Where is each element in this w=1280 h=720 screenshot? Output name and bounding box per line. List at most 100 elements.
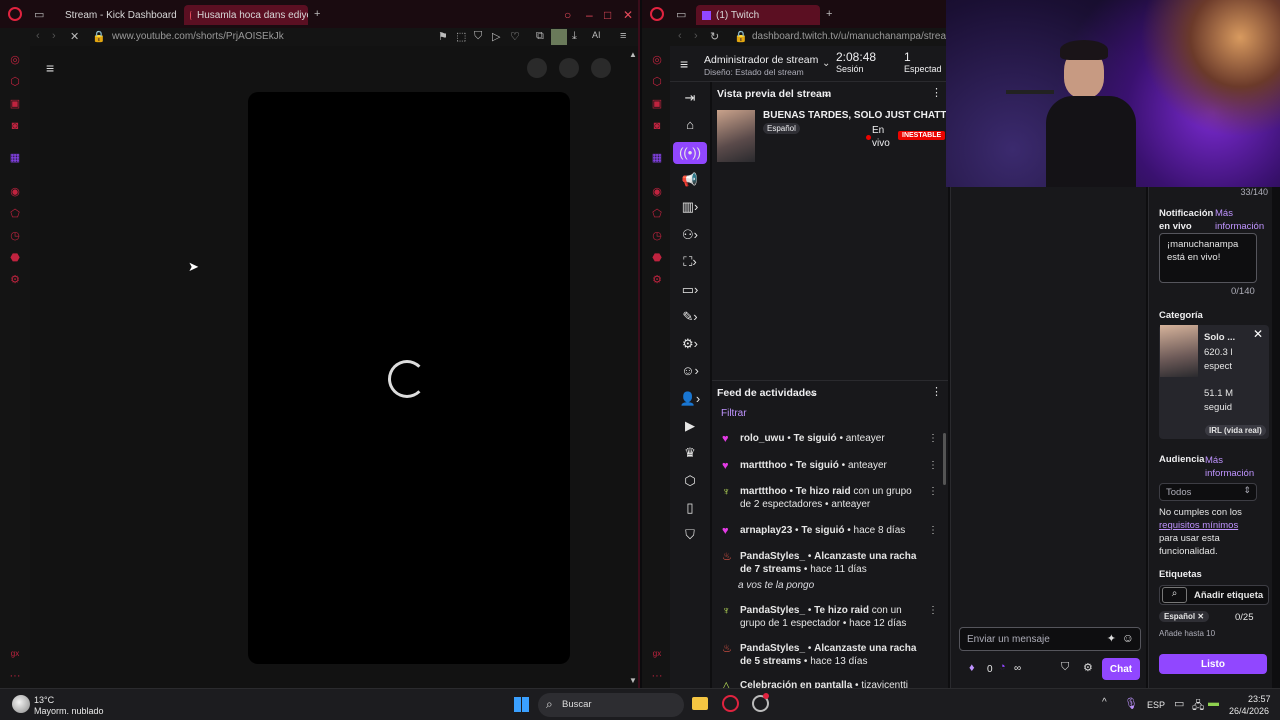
more-icon[interactable]: ··· xyxy=(651,670,663,682)
reward-icon[interactable]: ◔ xyxy=(999,661,1006,673)
feed-item-more-icon[interactable]: ⋮ xyxy=(928,604,938,617)
feed-item-more-icon[interactable]: ⋮ xyxy=(928,485,938,498)
twitch-icon[interactable]: ▦ xyxy=(651,152,663,164)
twitch-icon[interactable]: ▦ xyxy=(9,152,21,164)
clock-date[interactable]: 26/4/2026 xyxy=(1229,706,1269,716)
requirements-link[interactable]: requisitos mínimos xyxy=(1159,520,1238,531)
tag-remove-icon[interactable]: ✕ xyxy=(1197,612,1204,621)
mod-shield-icon[interactable]: ⛉ xyxy=(1061,661,1069,674)
instagram-icon[interactable]: ◙ xyxy=(9,120,21,132)
tag-chip[interactable]: Español ✕ xyxy=(1159,611,1210,622)
battery-icon[interactable]: ▬ xyxy=(1208,697,1219,709)
scroll-down-icon[interactable]: ▼ xyxy=(629,676,637,685)
feed-item-more-icon[interactable]: ⋮ xyxy=(928,459,938,472)
vpn-shield-icon[interactable]: ⛉ xyxy=(474,30,482,43)
audience-select[interactable]: Todos ⇕ xyxy=(1159,483,1257,501)
notification-more-info-link[interactable]: Más información xyxy=(1215,207,1271,233)
minimize-icon[interactable]: – xyxy=(586,8,593,22)
monetization-icon[interactable]: ▭› xyxy=(679,279,701,301)
gx-icon[interactable]: gx xyxy=(9,648,21,660)
reload-icon[interactable]: ✕ xyxy=(70,30,79,43)
menu-icon[interactable]: ≡ xyxy=(620,30,626,42)
player-icon[interactable]: ◉ xyxy=(9,186,21,198)
extensions-sidebar-icon[interactable]: ⬣ xyxy=(9,252,21,264)
pinboard-icon[interactable]: ⬠ xyxy=(651,208,663,220)
header-button-1[interactable] xyxy=(527,58,547,78)
forward-icon[interactable]: › xyxy=(52,30,56,42)
taskbar-search[interactable]: ⌕ Buscar xyxy=(538,693,684,717)
maximize-icon[interactable]: □ xyxy=(604,8,611,22)
preview-more-icon[interactable]: ⋮ xyxy=(931,86,942,99)
layout-dropdown-icon[interactable]: ⌄ xyxy=(822,58,830,69)
forward-icon[interactable]: › xyxy=(694,30,698,42)
scroll-up-icon[interactable]: ▲ xyxy=(629,50,637,59)
windows-start-icon[interactable] xyxy=(514,697,529,712)
category-tag[interactable]: IRL (vida real) xyxy=(1205,425,1266,436)
streaming-tools-icon[interactable]: ✎› xyxy=(679,306,701,328)
feed-user[interactable]: marttthoo xyxy=(740,460,787,471)
extensions-icon[interactable]: ⧉ xyxy=(536,30,544,43)
settings-icon[interactable]: ⚙ xyxy=(651,274,663,286)
opera-gx-taskbar-icon[interactable] xyxy=(722,695,739,712)
download-icon[interactable]: ⤓ xyxy=(572,30,577,43)
ai-assistant-icon[interactable]: ◎ xyxy=(9,54,21,66)
weather-icon[interactable] xyxy=(12,695,30,713)
video-player[interactable] xyxy=(248,92,570,664)
gx-icon[interactable]: gx xyxy=(651,648,663,660)
creator-camp-icon[interactable]: ▯ xyxy=(679,497,701,519)
content-icon[interactable]: ⛶› xyxy=(679,251,701,273)
tab-youtube-short[interactable]: Husamla hoca dans ediyor xyxy=(184,5,308,25)
chat-input[interactable]: Enviar un mensaje ✦ ☺ xyxy=(959,627,1141,651)
category-card[interactable]: ✕ Solo ... 620.3 l espect 51.1 M seguid … xyxy=(1159,325,1269,439)
opera-logo-icon[interactable] xyxy=(8,7,22,21)
more-icon[interactable]: ··· xyxy=(9,670,21,682)
settings-icon[interactable]: ⚙› xyxy=(679,333,701,355)
tab-switch-icon[interactable]: ▭ xyxy=(34,8,44,21)
collapse-nav-icon[interactable]: ⇥ xyxy=(679,87,701,109)
promotions-icon[interactable]: 📢 xyxy=(679,169,701,191)
extensions-sidebar-icon[interactable]: ⬣ xyxy=(651,252,663,264)
hamburger-menu-icon[interactable]: ≡ xyxy=(46,60,54,76)
language-indicator[interactable]: ESP xyxy=(1147,700,1165,710)
whatsapp-icon[interactable]: ▣ xyxy=(651,98,663,110)
feed-item-more-icon[interactable]: ⋮ xyxy=(928,432,938,445)
whatsapp-icon[interactable]: ▣ xyxy=(9,98,21,110)
emote-picker-icon[interactable]: ☺ xyxy=(1122,631,1134,645)
instagram-icon[interactable]: ◙ xyxy=(651,120,663,132)
pinboard-icon[interactable]: ⬠ xyxy=(9,208,21,220)
search-tabs-icon[interactable]: ○ xyxy=(564,8,571,22)
tab-switch-icon[interactable]: ▭ xyxy=(676,8,686,21)
category-close-icon[interactable]: ✕ xyxy=(1253,327,1263,341)
ai-icon[interactable]: AI xyxy=(592,30,601,40)
player-icon[interactable]: ◉ xyxy=(651,186,663,198)
stream-manager-icon[interactable]: ((•)) xyxy=(673,142,707,164)
feed-user[interactable]: marttthoo xyxy=(740,486,787,497)
play-icon[interactable]: ▷ xyxy=(492,30,500,43)
address-field[interactable]: www.youtube.com/shorts/PrjAOISEkJk xyxy=(112,31,284,42)
feed-user[interactable]: PandaStyles_ xyxy=(740,643,805,654)
network-icon[interactable]: 🖧 xyxy=(1192,697,1204,716)
activity-more-icon[interactable]: ⋮ xyxy=(931,385,942,398)
history-icon[interactable]: ◷ xyxy=(651,230,663,242)
stream-thumbnail[interactable] xyxy=(717,110,755,162)
messenger-icon[interactable]: ⬡ xyxy=(9,76,21,88)
avatar-thumb[interactable] xyxy=(551,29,567,45)
video-icon[interactable]: ▶ xyxy=(679,415,701,437)
preview-dropdown-icon[interactable]: ⌄ xyxy=(822,87,831,100)
clock-time[interactable]: 23:57 xyxy=(1248,694,1271,704)
feed-user[interactable]: PandaStyles_ xyxy=(740,605,805,616)
feed-scrollbar[interactable] xyxy=(943,433,946,485)
ai-assistant-icon[interactable]: ◎ xyxy=(651,54,663,66)
extensions-icon[interactable]: ⬡ xyxy=(679,470,701,492)
snapshot-icon[interactable]: ⬚ xyxy=(456,30,466,43)
display-icon[interactable]: ▭ xyxy=(1174,697,1184,710)
new-tab-icon[interactable]: + xyxy=(826,8,832,20)
chat-send-button[interactable]: Chat xyxy=(1102,658,1140,680)
activity-dropdown-icon[interactable]: ⌄ xyxy=(808,386,817,399)
hamburger-menu-icon[interactable]: ≡ xyxy=(680,56,688,72)
tab-twitch[interactable]: (1) Twitch xyxy=(696,5,820,25)
file-explorer-icon[interactable] xyxy=(692,697,708,710)
safety-icon[interactable]: ⛉ xyxy=(679,524,701,546)
feed-user[interactable]: rolo_uwu xyxy=(740,433,784,444)
reload-icon[interactable]: ↻ xyxy=(710,30,719,43)
